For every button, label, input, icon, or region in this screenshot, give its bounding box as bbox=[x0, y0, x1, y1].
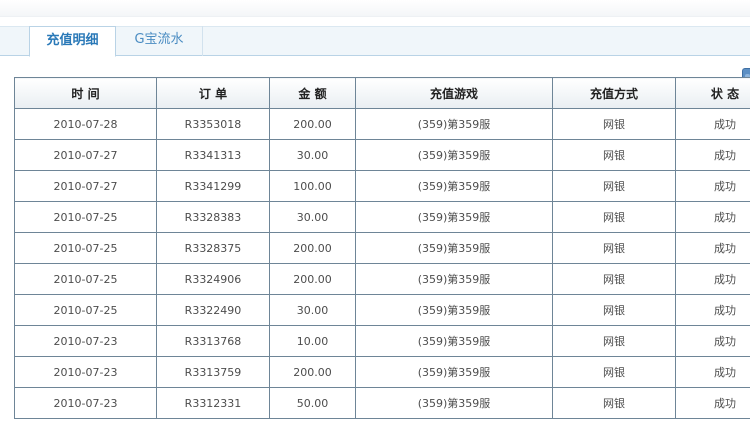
cell-time: 2010-07-25 bbox=[14, 294, 157, 326]
cell-method: 网银 bbox=[552, 387, 676, 419]
cell-order: R3328375 bbox=[156, 232, 270, 264]
cell-amount: 30.00 bbox=[269, 139, 356, 171]
cell-time: 2010-07-28 bbox=[14, 108, 157, 140]
cell-status: 成功 bbox=[675, 232, 750, 264]
table-row: 2010-07-23 R3313768 10.00 (359)第359服 网银 … bbox=[14, 325, 750, 357]
cell-method: 网银 bbox=[552, 170, 676, 202]
cell-amount: 50.00 bbox=[269, 387, 356, 419]
tab-recharge-details[interactable]: 充值明细 bbox=[29, 26, 116, 57]
cell-game: (359)第359服 bbox=[355, 387, 553, 419]
cell-status: 成功 bbox=[675, 387, 750, 419]
cell-method: 网银 bbox=[552, 294, 676, 326]
table-row: 2010-07-23 R3313759 200.00 (359)第359服 网银… bbox=[14, 356, 750, 388]
column-header-amount: 金 额 bbox=[269, 77, 356, 109]
cell-order: R3313768 bbox=[156, 325, 270, 357]
cell-order: R3324906 bbox=[156, 263, 270, 295]
cell-order: R3353018 bbox=[156, 108, 270, 140]
cell-game: (359)第359服 bbox=[355, 139, 553, 171]
column-header-order: 订 单 bbox=[156, 77, 270, 109]
cell-amount: 200.00 bbox=[269, 356, 356, 388]
cell-method: 网银 bbox=[552, 201, 676, 233]
table-row: 2010-07-25 R3328375 200.00 (359)第359服 网银… bbox=[14, 232, 750, 264]
column-header-game: 充值游戏 bbox=[355, 77, 553, 109]
cell-amount: 200.00 bbox=[269, 263, 356, 295]
table-row: 2010-07-25 R3322490 30.00 (359)第359服 网银 … bbox=[14, 294, 750, 326]
column-header-method: 充值方式 bbox=[552, 77, 676, 109]
cell-method: 网银 bbox=[552, 356, 676, 388]
recharge-records-page: 充值明细 G宝流水 时 间 订 单 金 额 充值游戏 充值方式 状 态 2010… bbox=[0, 0, 750, 421]
cell-order: R3341299 bbox=[156, 170, 270, 202]
cell-order: R3328383 bbox=[156, 201, 270, 233]
cell-status: 成功 bbox=[675, 170, 750, 202]
cell-time: 2010-07-25 bbox=[14, 263, 157, 295]
table-row: 2010-07-23 R3312331 50.00 (359)第359服 网银 … bbox=[14, 387, 750, 419]
table-row: 2010-07-25 R3328383 30.00 (359)第359服 网银 … bbox=[14, 201, 750, 233]
table-row: 2010-07-25 R3324906 200.00 (359)第359服 网银… bbox=[14, 263, 750, 295]
cell-method: 网银 bbox=[552, 325, 676, 357]
cell-amount: 30.00 bbox=[269, 201, 356, 233]
cell-method: 网银 bbox=[552, 232, 676, 264]
column-header-time: 时 间 bbox=[14, 77, 157, 109]
table-row: 2010-07-27 R3341313 30.00 (359)第359服 网银 … bbox=[14, 139, 750, 171]
cell-game: (359)第359服 bbox=[355, 263, 553, 295]
cell-game: (359)第359服 bbox=[355, 294, 553, 326]
cell-game: (359)第359服 bbox=[355, 170, 553, 202]
recharge-records-table: 时 间 订 单 金 额 充值游戏 充值方式 状 态 2010-07-28 R33… bbox=[14, 77, 750, 419]
cell-order: R3322490 bbox=[156, 294, 270, 326]
cell-status: 成功 bbox=[675, 325, 750, 357]
cell-time: 2010-07-23 bbox=[14, 387, 157, 419]
cell-status: 成功 bbox=[675, 139, 750, 171]
cell-amount: 100.00 bbox=[269, 170, 356, 202]
cell-method: 网银 bbox=[552, 108, 676, 140]
cell-game: (359)第359服 bbox=[355, 325, 553, 357]
tab-bar: 充值明细 G宝流水 bbox=[0, 26, 750, 57]
cell-amount: 10.00 bbox=[269, 325, 356, 357]
column-header-status: 状 态 bbox=[675, 77, 750, 109]
cell-amount: 30.00 bbox=[269, 294, 356, 326]
cell-method: 网银 bbox=[552, 263, 676, 295]
cell-time: 2010-07-25 bbox=[14, 232, 157, 264]
cell-order: R3312331 bbox=[156, 387, 270, 419]
cell-amount: 200.00 bbox=[269, 108, 356, 140]
cell-order: R3341313 bbox=[156, 139, 270, 171]
tab-gbao-transactions[interactable]: G宝流水 bbox=[116, 26, 203, 56]
cell-game: (359)第359服 bbox=[355, 232, 553, 264]
cell-status: 成功 bbox=[675, 108, 750, 140]
cell-time: 2010-07-25 bbox=[14, 201, 157, 233]
table-header-row: 时 间 订 单 金 额 充值游戏 充值方式 状 态 bbox=[14, 77, 750, 109]
cell-game: (359)第359服 bbox=[355, 201, 553, 233]
cell-status: 成功 bbox=[675, 356, 750, 388]
cell-game: (359)第359服 bbox=[355, 356, 553, 388]
top-strip bbox=[0, 0, 750, 17]
cell-time: 2010-07-23 bbox=[14, 325, 157, 357]
cell-time: 2010-07-23 bbox=[14, 356, 157, 388]
cell-status: 成功 bbox=[675, 294, 750, 326]
cell-order: R3313759 bbox=[156, 356, 270, 388]
table-row: 2010-07-28 R3353018 200.00 (359)第359服 网银… bbox=[14, 108, 750, 140]
cell-status: 成功 bbox=[675, 201, 750, 233]
table-row: 2010-07-27 R3341299 100.00 (359)第359服 网银… bbox=[14, 170, 750, 202]
cell-status: 成功 bbox=[675, 263, 750, 295]
cell-amount: 200.00 bbox=[269, 232, 356, 264]
cell-method: 网银 bbox=[552, 139, 676, 171]
cell-game: (359)第359服 bbox=[355, 108, 553, 140]
cell-time: 2010-07-27 bbox=[14, 139, 157, 171]
cell-time: 2010-07-27 bbox=[14, 170, 157, 202]
